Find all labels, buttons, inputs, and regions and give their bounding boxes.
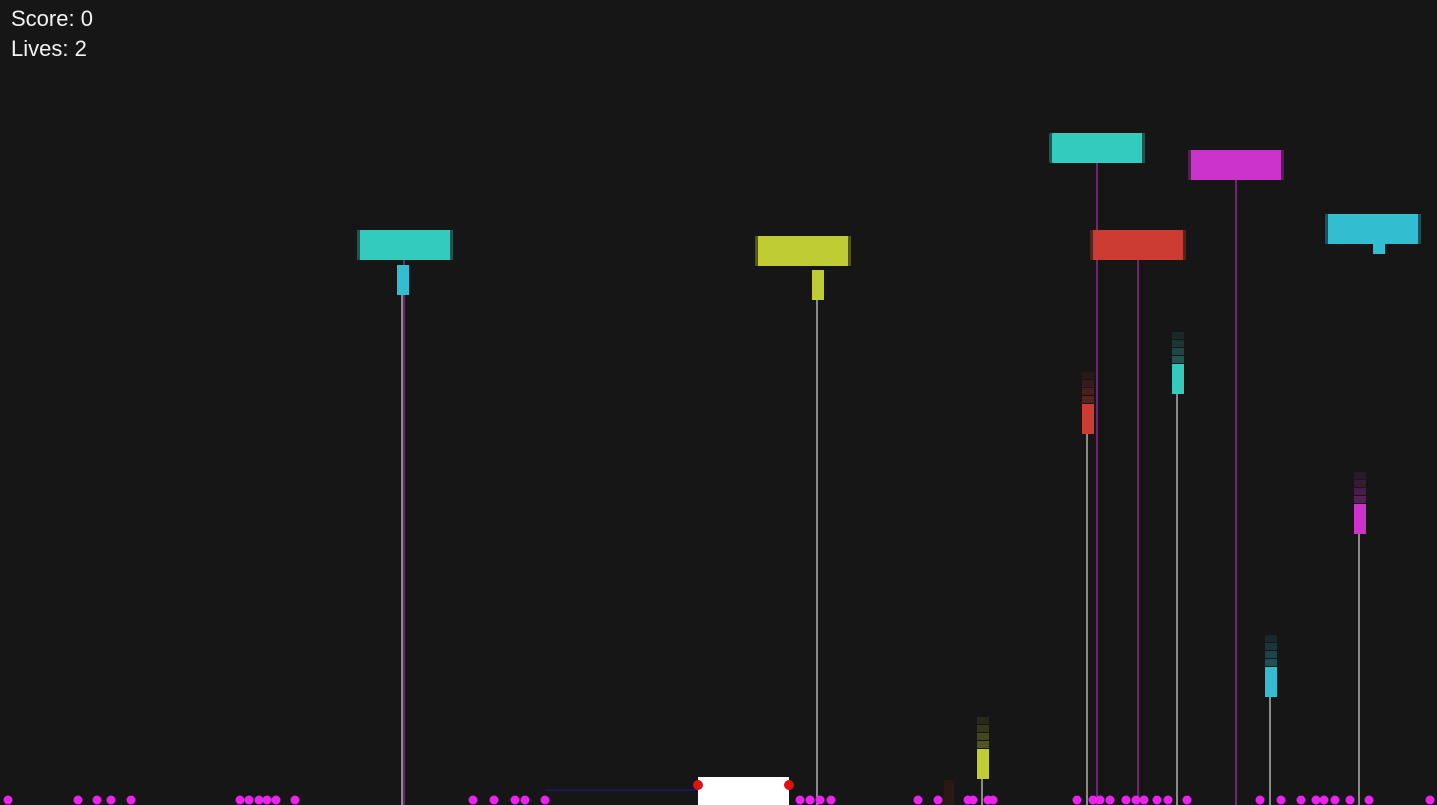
enemy-bomb-teal-trail bbox=[1172, 340, 1184, 347]
ground-dot-43 bbox=[1345, 795, 1355, 805]
enemy-bomb-cyan-1 bbox=[397, 265, 409, 295]
ground-dot-35 bbox=[1163, 795, 1173, 805]
enemy-ship-teal-left bbox=[360, 230, 450, 260]
enemy-bomb-magenta-trail bbox=[1354, 472, 1366, 479]
ground-dot-37 bbox=[1255, 795, 1265, 805]
enemy-ship-cyan-right bbox=[1328, 214, 1418, 244]
score-label: Score bbox=[11, 6, 69, 31]
ground-dot-30 bbox=[1105, 795, 1115, 805]
enemy-bomb-cyan-2-trail bbox=[1265, 659, 1277, 666]
ground-dot-27 bbox=[1072, 795, 1082, 805]
enemy-bomb-teal-trail bbox=[1172, 348, 1184, 355]
enemy-bomb-yellow-2-trail bbox=[977, 717, 989, 724]
enemy-bomb-cyan-2 bbox=[1265, 667, 1277, 697]
enemy-bomb-magenta bbox=[1354, 504, 1366, 534]
enemy-bomb-magenta-trail bbox=[1354, 480, 1366, 487]
ground-dot-29 bbox=[1095, 795, 1105, 805]
ground-dot-3 bbox=[92, 795, 102, 805]
ground-dot-6 bbox=[235, 795, 245, 805]
enemy-bomb-red-trail bbox=[1082, 388, 1094, 395]
enemy-ship-cyan-right-nozzle bbox=[1373, 244, 1385, 254]
lives-value: 2 bbox=[74, 36, 87, 61]
enemy-ship-teal-top bbox=[1052, 133, 1142, 163]
enemy-bomb-teal bbox=[1172, 364, 1184, 394]
ground-dot-7 bbox=[244, 795, 254, 805]
enemy-bomb-teal-trail bbox=[1172, 356, 1184, 363]
enemy-bomb-yellow-1 bbox=[812, 270, 824, 300]
ground-dot-20 bbox=[826, 795, 836, 805]
enemy-bomb-magenta-trail bbox=[1354, 488, 1366, 495]
ground-dot-21 bbox=[913, 795, 923, 805]
enemy-ship-magenta bbox=[1191, 150, 1281, 180]
ground-dot-33 bbox=[1139, 795, 1149, 805]
enemy-bomb-yellow-2-trail bbox=[977, 733, 989, 740]
ground-dot-8 bbox=[254, 795, 264, 805]
enemy-bomb-red bbox=[1082, 404, 1094, 434]
score-separator: : bbox=[68, 6, 81, 31]
ground-dot-45 bbox=[1425, 795, 1435, 805]
paddle-laser-left-icon bbox=[693, 780, 703, 790]
enemy-bomb-red-trail bbox=[1082, 380, 1094, 387]
ground-dot-42 bbox=[1330, 795, 1340, 805]
ground-dot-39 bbox=[1296, 795, 1306, 805]
lives-label: Lives bbox=[11, 36, 63, 61]
enemy-ship-red bbox=[1093, 230, 1183, 260]
enemy-ship-yellow bbox=[758, 236, 848, 266]
ground-dot-34 bbox=[1152, 795, 1162, 805]
ground-dot-41 bbox=[1319, 795, 1329, 805]
score-display: Score: 0 bbox=[11, 8, 93, 30]
ground-dot-5 bbox=[126, 795, 136, 805]
enemy-bomb-cyan-2-trail bbox=[1265, 643, 1277, 650]
ground-dot-22 bbox=[933, 795, 943, 805]
ground-dot-11 bbox=[290, 795, 300, 805]
ground-dot-2 bbox=[73, 795, 83, 805]
ground-dot-15 bbox=[520, 795, 530, 805]
enemy-bomb-magenta-trail bbox=[1354, 496, 1366, 503]
enemy-bomb-teal-trail bbox=[1172, 332, 1184, 339]
ground-dot-36 bbox=[1182, 795, 1192, 805]
player-paddle[interactable] bbox=[698, 777, 789, 805]
ground-dot-16 bbox=[540, 795, 550, 805]
enemy-bomb-yellow-2-trail bbox=[977, 725, 989, 732]
score-value: 0 bbox=[80, 6, 93, 31]
lives-separator: : bbox=[62, 36, 75, 61]
enemy-bomb-yellow-2-trail bbox=[977, 741, 989, 748]
ground-dot-44 bbox=[1364, 795, 1374, 805]
ground-dot-9 bbox=[262, 795, 272, 805]
paddle-laser-right-icon bbox=[784, 780, 794, 790]
ground-dot-17 bbox=[795, 795, 805, 805]
enemy-bomb-cyan-2-trail bbox=[1265, 635, 1277, 642]
debris bbox=[944, 780, 954, 805]
ground-dot-10 bbox=[271, 795, 281, 805]
lives-display: Lives: 2 bbox=[11, 38, 87, 60]
ground-dot-24 bbox=[968, 795, 978, 805]
enemy-bomb-cyan-2-trail bbox=[1265, 651, 1277, 658]
ground-dot-1 bbox=[3, 795, 13, 805]
ground-dot-14 bbox=[510, 795, 520, 805]
ground-dot-12 bbox=[468, 795, 478, 805]
ground-dot-19 bbox=[815, 795, 825, 805]
ground-dot-4 bbox=[106, 795, 116, 805]
ground-dot-32 bbox=[1131, 795, 1141, 805]
ground-dot-26 bbox=[988, 795, 998, 805]
game-canvas[interactable]: Score: 0 Lives: 2 bbox=[0, 0, 1437, 805]
ground-dot-18 bbox=[805, 795, 815, 805]
enemy-bomb-red-trail bbox=[1082, 372, 1094, 379]
enemy-bomb-red-trail bbox=[1082, 396, 1094, 403]
enemy-bomb-yellow-2 bbox=[977, 749, 989, 779]
ground-dot-13 bbox=[489, 795, 499, 805]
ground-dot-38 bbox=[1276, 795, 1286, 805]
playfield bbox=[3, 133, 1435, 805]
ground-dot-31 bbox=[1121, 795, 1131, 805]
ground-dot-40 bbox=[1311, 795, 1321, 805]
